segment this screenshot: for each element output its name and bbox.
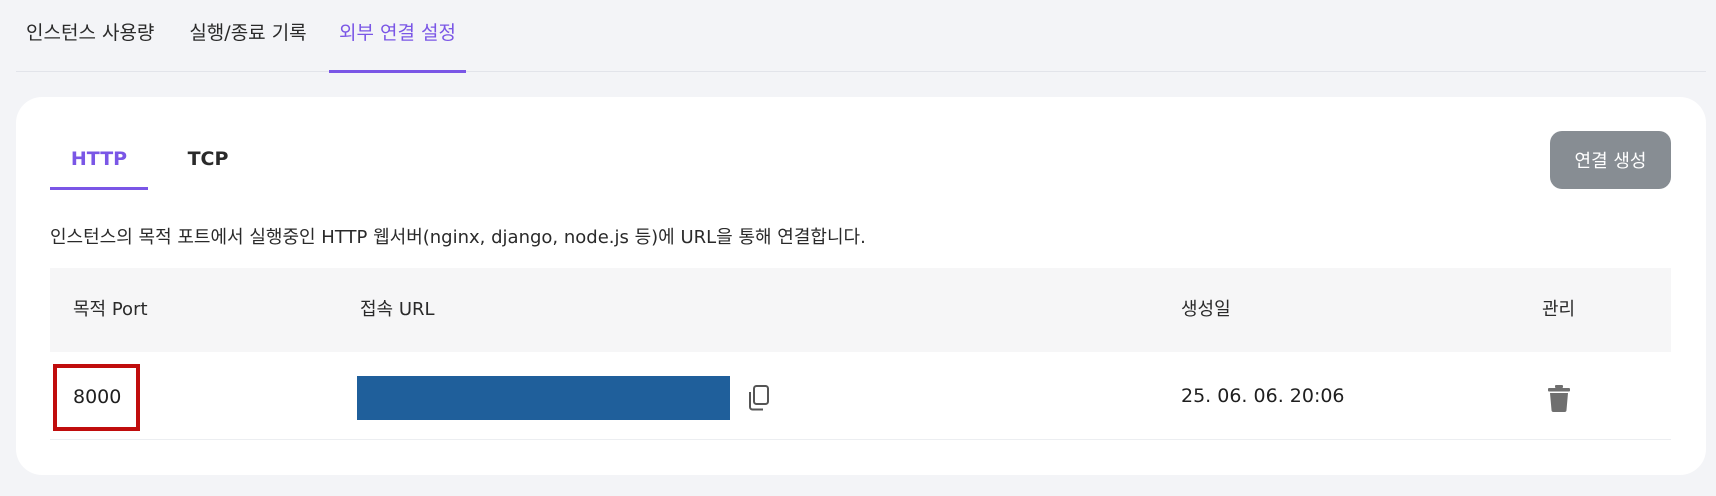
table-header: 목적 Port 접속 URL 생성일 관리 [50,268,1671,352]
tab-http[interactable]: HTTP [50,131,148,190]
tab-instance-usage[interactable]: 인스턴스 사용량 [26,0,154,72]
top-tab-bar: 인스턴스 사용량 실행/종료 기록 외부 연결 설정 [16,0,1706,73]
tab-run-stop-history[interactable]: 실행/종료 기록 [188,0,308,72]
table-row: 8000 25. 06. 06. 20:06 [50,352,1671,440]
create-connection-button[interactable]: 연결 생성 [1550,131,1671,189]
tab-external-connection[interactable]: 외부 연결 설정 [329,0,466,73]
http-description: 인스턴스의 목적 포트에서 실행중인 HTTP 웹서버(nginx, djang… [50,227,866,248]
trash-icon[interactable] [1547,384,1571,412]
tab-tcp[interactable]: TCP [178,131,238,190]
header-port: 목적 Port [73,299,148,320]
port-value: 8000 [53,364,140,431]
copy-icon[interactable] [746,384,772,412]
header-created: 생성일 [1181,299,1231,320]
header-url: 접속 URL [360,299,435,320]
redacted-url [357,376,730,420]
created-date: 25. 06. 06. 20:06 [1181,385,1345,407]
connection-settings-card: HTTP TCP 연결 생성 인스턴스의 목적 포트에서 실행중인 HTTP 웹… [16,97,1706,475]
header-manage: 관리 [1542,299,1576,320]
connections-table: 목적 Port 접속 URL 생성일 관리 8000 25. 06. 06. 2… [50,268,1671,440]
